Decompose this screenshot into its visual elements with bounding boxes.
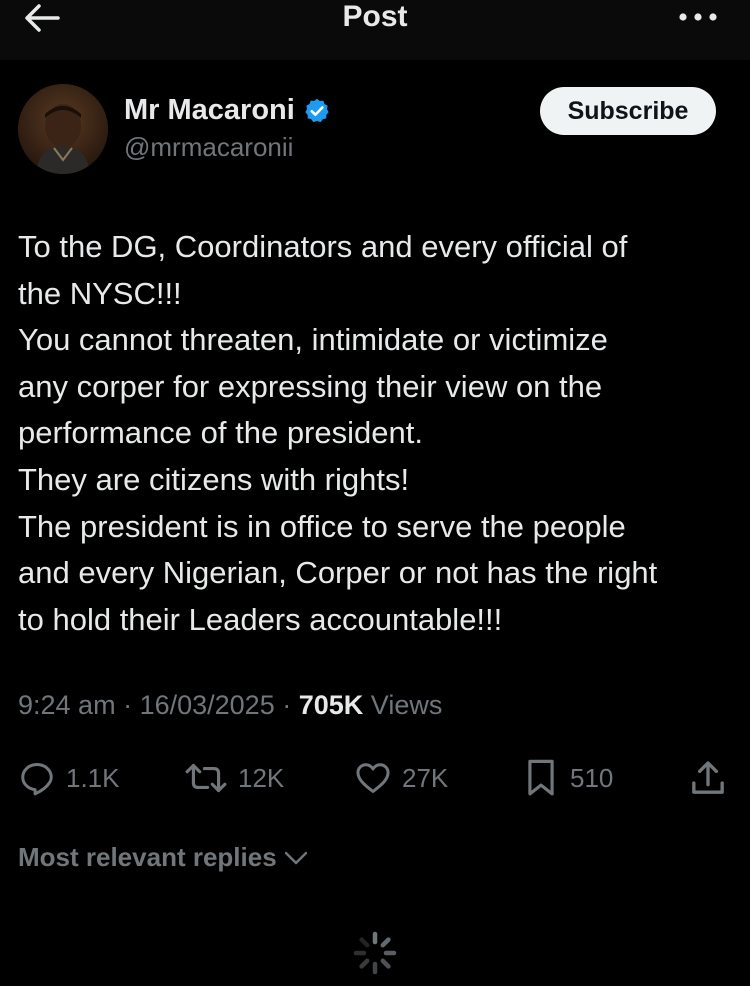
- meta-separator: ·: [123, 690, 140, 720]
- post-line: To the DG, Coordinators and every offici…: [18, 229, 628, 264]
- subscribe-button[interactable]: Subscribe: [540, 87, 716, 135]
- more-options-button[interactable]: [674, 2, 722, 32]
- like-count: 27K: [402, 762, 449, 793]
- views-label: Views: [370, 690, 443, 720]
- chevron-down-icon: [284, 851, 307, 864]
- loading-spinner: [352, 930, 398, 976]
- post-line: They are citizens with rights!: [18, 461, 410, 497]
- action-bar: 1.1K 12K 27K 510: [0, 752, 750, 804]
- reply-icon: [21, 763, 53, 796]
- post-line: performance of the president.: [18, 415, 423, 451]
- post-line: to hold their Leaders accountable!!!: [18, 601, 503, 637]
- avatar[interactable]: [18, 84, 108, 174]
- repost-button[interactable]: 12K: [184, 752, 284, 804]
- post-text: To the DG, Coordinators and every offici…: [18, 224, 730, 643]
- post-line: any corper for expressing their view on …: [18, 368, 603, 404]
- meta-separator: ·: [282, 690, 299, 720]
- bookmark-button[interactable]: 510: [522, 752, 613, 804]
- bookmark-icon: [528, 759, 554, 796]
- repost-icon: [185, 763, 227, 793]
- post-line: The president is in office to serve the …: [18, 508, 626, 544]
- author-name[interactable]: Mr Macaroni: [124, 94, 331, 127]
- post-line: You cannot threaten, intimidate or victi…: [18, 322, 608, 358]
- more-horizontal-icon: [679, 13, 717, 21]
- top-bar: Post: [0, 0, 750, 60]
- bookmark-count: 510: [570, 762, 614, 793]
- post-time[interactable]: 9:24 am: [18, 690, 116, 720]
- author-name-text: Mr Macaroni: [124, 94, 295, 126]
- post-date[interactable]: 16/03/2025: [140, 690, 275, 720]
- heart-icon: [356, 763, 390, 793]
- post-meta: 9:24 am · 16/03/2025 · 705K Views: [18, 690, 442, 721]
- page-title: Post: [342, 0, 408, 33]
- repost-count: 12K: [238, 762, 285, 793]
- replies-sort-dropdown[interactable]: Most relevant replies: [18, 842, 309, 873]
- avatar-image: [18, 84, 108, 174]
- reply-count: 1.1K: [66, 762, 120, 793]
- author-handle[interactable]: @mrmacaronii: [124, 132, 293, 163]
- reply-button[interactable]: 1.1K: [18, 752, 120, 804]
- post-line: and every Nigerian, Corper or not has th…: [18, 555, 658, 591]
- like-button[interactable]: 27K: [354, 752, 448, 804]
- replies-sort-label: Most relevant replies: [18, 842, 277, 872]
- share-icon: [692, 761, 724, 794]
- views-count: 705K: [298, 690, 364, 720]
- verified-badge-icon: [305, 98, 329, 122]
- loading-spinner-icon: [353, 931, 397, 975]
- share-button[interactable]: [688, 752, 728, 804]
- post-line: the NYSC!!!: [18, 275, 182, 311]
